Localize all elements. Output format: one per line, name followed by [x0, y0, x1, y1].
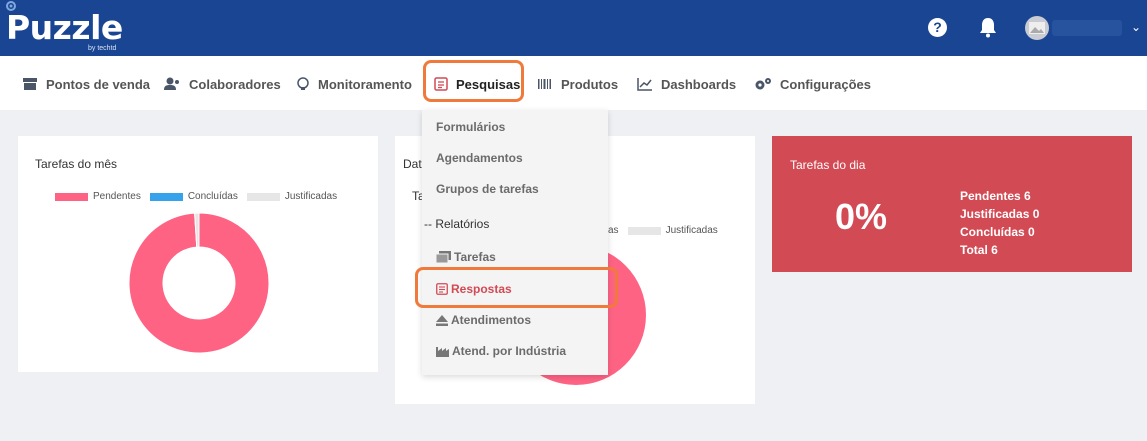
menu-item-atend-por-industria[interactable]: Atend. por Indústria [436, 344, 566, 358]
day-stats: Pendentes 6 Justificadas 0 Concluídas 0 … [960, 187, 1039, 259]
nav-dashboards[interactable]: Dashboards [637, 74, 736, 94]
pesquisas-highlight [423, 60, 524, 102]
tasks-icon [436, 251, 451, 263]
barcode-icon [538, 79, 551, 89]
menu-item-tarefas[interactable]: Tarefas [436, 250, 496, 264]
app-logo[interactable]: Puzzle [6, 8, 123, 47]
legend-swatch-concluidas [149, 192, 183, 201]
menu-item-atendimentos[interactable]: Atendimentos [436, 313, 531, 327]
nav-label: Dashboards [661, 76, 737, 92]
nav-label: Pontos de venda [46, 76, 151, 92]
chart-legend: Pendentes Concluídas Justificadas [55, 191, 346, 202]
legend-label[interactable]: Concluídas [188, 191, 238, 202]
users-icon [164, 77, 179, 90]
app-logo-subtitle: by techtd [88, 45, 117, 52]
card-title: Tarefas do dia [790, 158, 866, 172]
donut-chart[interactable] [128, 212, 270, 354]
card-title: Tarefas do mês [35, 157, 118, 171]
store-icon [23, 78, 37, 90]
user-name[interactable] [1052, 20, 1122, 36]
help-icon[interactable]: ? [928, 18, 947, 37]
user-avatar[interactable] [1025, 16, 1049, 40]
chevron-down-icon[interactable]: ⌄ [1131, 20, 1141, 34]
legend-swatch-pendentes [55, 192, 88, 201]
nav-label: Colaboradores [189, 76, 281, 92]
menu-item-formularios[interactable]: Formulários [436, 120, 505, 134]
nav-colaboradores[interactable]: Colaboradores [163, 74, 281, 94]
stat-concluidas: Concluídas 0 [960, 225, 1035, 239]
nav-configuracoes[interactable]: Configurações [754, 74, 871, 94]
legend-label[interactable]: Justificadas [285, 191, 337, 202]
completion-percent: 0% [835, 196, 888, 237]
legend-swatch-justificadas [627, 226, 661, 235]
legend-label[interactable]: as [608, 225, 619, 236]
nav-label: Configurações [780, 76, 872, 92]
menu-item-label: Atend. por Indústria [452, 344, 566, 358]
gears-icon [755, 78, 771, 90]
legend-label[interactable]: Pendentes [93, 191, 141, 202]
eject-icon [436, 314, 448, 326]
menu-item-label: Atendimentos [451, 313, 532, 327]
bulb-icon [297, 77, 309, 90]
pesquisas-dropdown: Formulários Agendamentos Grupos de taref… [422, 110, 608, 375]
nav-monitoramento[interactable]: Monitoramento [296, 74, 412, 94]
menu-header-relatorios: -- Relatórios [424, 217, 490, 231]
top-bar: Puzzle by techtd ? ⌄ [0, 0, 1147, 56]
legend-label[interactable]: Justificadas [666, 225, 718, 236]
nav-label: Produtos [561, 76, 619, 92]
card-title: Dat [403, 157, 422, 171]
stat-total: Total 6 [960, 243, 998, 257]
menu-item-label: Tarefas [454, 250, 496, 264]
nav-pontos-de-venda[interactable]: Pontos de venda [22, 74, 150, 94]
nav-label: Monitoramento [318, 76, 412, 92]
menu-item-grupos-de-tarefas[interactable]: Grupos de tarefas [436, 182, 539, 196]
menu-item-agendamentos[interactable]: Agendamentos [436, 151, 523, 165]
chart-line-icon [637, 78, 652, 91]
bell-icon[interactable] [978, 16, 998, 38]
card-tarefas-dia: Tarefas do dia 0% Pendentes 6 Justificad… [772, 136, 1132, 272]
respostas-highlight [415, 267, 618, 308]
industry-icon [436, 346, 449, 357]
legend-swatch-justificadas [246, 192, 280, 201]
chart-legend: as Justificadas [608, 225, 727, 236]
card-tarefas-mes: Tarefas do mês Pendentes Concluídas Just… [18, 136, 378, 372]
main-nav: Pontos de venda Colaboradores Monitorame… [0, 56, 1147, 110]
image-placeholder-icon [1029, 22, 1045, 34]
stat-justificadas: Justificadas 0 [960, 207, 1040, 221]
stat-pendentes: Pendentes 6 [960, 189, 1031, 203]
nav-produtos[interactable]: Produtos [537, 74, 618, 94]
